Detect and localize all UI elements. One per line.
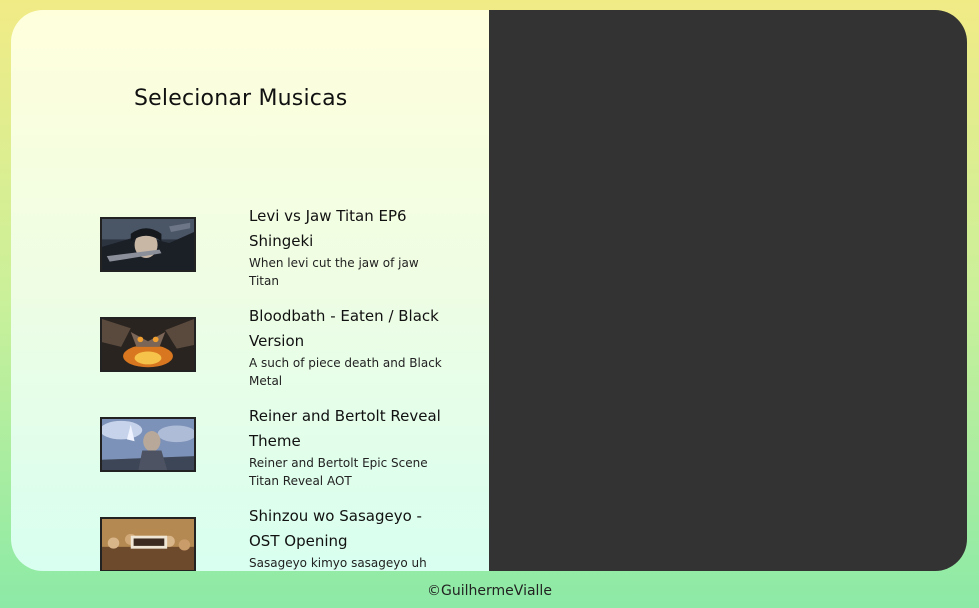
track-description: A such of piece death and Black Metal [249, 356, 442, 388]
player-panel [489, 10, 967, 571]
track-item[interactable]: Bloodbath - Eaten / Black Version A such… [100, 304, 460, 404]
track-item[interactable]: Reiner and Bertolt Reveal Theme Reiner a… [100, 404, 460, 504]
track-text: Shinzou wo Sasageyo - OST Opening Sasage… [249, 504, 449, 571]
footer-credit: ©GuilhermeVialle [427, 583, 552, 599]
track-description: Reiner and Bertolt Epic Scene Titan Reve… [249, 456, 428, 488]
track-title: Shinzou wo Sasageyo - OST Opening [249, 507, 422, 550]
track-text: Bloodbath - Eaten / Black Version A such… [249, 304, 449, 390]
track-title: Levi vs Jaw Titan EP6 Shingeki [249, 207, 407, 250]
levi-artwork-icon[interactable] [100, 217, 196, 272]
bloodbath-artwork-icon[interactable] [100, 317, 196, 372]
app-card: Selecionar Musicas Levi vs Jaw Titan EP6… [11, 10, 967, 571]
track-text: Levi vs Jaw Titan EP6 Shingeki When levi… [249, 204, 449, 290]
music-selection-panel: Selecionar Musicas Levi vs Jaw Titan EP6… [11, 10, 489, 571]
panel-title: Selecionar Musicas [134, 86, 348, 111]
track-text: Reiner and Bertolt Reveal Theme Reiner a… [249, 404, 449, 490]
shingeki-artwork-icon[interactable] [100, 517, 196, 571]
track-description: Sasageyo kimyo sasageyo uh [249, 556, 427, 570]
reiner-artwork-icon[interactable] [100, 417, 196, 472]
track-list: Levi vs Jaw Titan EP6 Shingeki When levi… [100, 204, 460, 571]
track-item[interactable]: Shinzou wo Sasageyo - OST Opening Sasage… [100, 504, 460, 571]
track-description: When levi cut the jaw of jaw Titan [249, 256, 419, 288]
track-title: Bloodbath - Eaten / Black Version [249, 307, 439, 350]
track-title: Reiner and Bertolt Reveal Theme [249, 407, 441, 450]
track-item[interactable]: Levi vs Jaw Titan EP6 Shingeki When levi… [100, 204, 460, 304]
